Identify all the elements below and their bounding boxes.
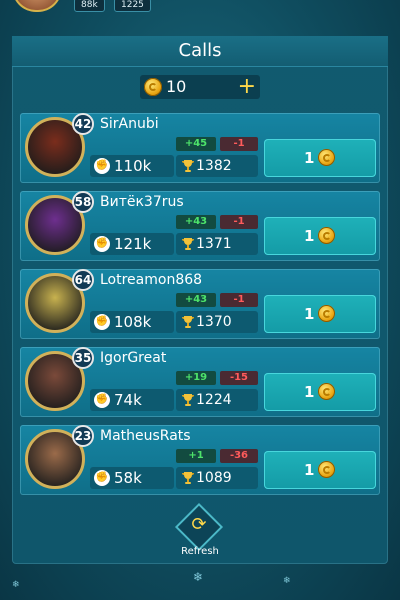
coin-icon: [144, 78, 162, 96]
trophy-icon: [182, 394, 194, 406]
call-cost: 1: [304, 305, 315, 323]
trophy-loss: -36: [220, 449, 258, 463]
coin-icon: [318, 227, 335, 244]
refresh-button[interactable]: ⟳ Refresh: [174, 502, 224, 560]
power-value: 110k: [114, 157, 152, 175]
trophy-box: 1371: [176, 233, 258, 255]
player-row: 35 IgorGreat ✊ 74k +19 -15 1224 1: [20, 347, 380, 417]
power-value: 58k: [114, 469, 142, 487]
call-button[interactable]: 1: [264, 451, 376, 489]
coin-icon: [318, 305, 335, 322]
coins-bar: 10 +: [140, 75, 260, 99]
refresh-arrows-icon: ⟳: [191, 514, 207, 535]
power-stat: 88k: [74, 0, 105, 12]
power-value: 121k: [114, 235, 152, 253]
trophy-icon: [182, 472, 194, 484]
level-badge: 58: [72, 191, 94, 213]
player-row: 42 SirAnubi ✊ 110k +45 -1 1382 1: [20, 113, 380, 183]
level-badge: 42: [72, 113, 94, 135]
call-cost: 1: [304, 227, 315, 245]
call-button[interactable]: 1: [264, 373, 376, 411]
trophy-box: 1382: [176, 155, 258, 177]
power-box: ✊ 74k: [90, 389, 174, 411]
coin-icon: [318, 149, 335, 166]
player-avatar[interactable]: [12, 0, 62, 12]
power-box: ✊ 110k: [90, 155, 174, 177]
trophy-gain: +43: [176, 293, 216, 307]
level-badge: 64: [72, 269, 94, 291]
player-row: 64 Lotreamon868 ✊ 108k +43 -1 1370 1: [20, 269, 380, 339]
power-box: ✊ 108k: [90, 311, 174, 333]
snowflake-icon: ❄: [12, 580, 20, 590]
player-row: 58 Витёк37rus ✊ 121k +43 -1 1371 1: [20, 191, 380, 261]
snowflake-icon: ❄: [193, 570, 204, 584]
trophy-gain: +19: [176, 371, 216, 385]
trophy-value: 1371: [196, 236, 232, 252]
fist-icon: ✊: [94, 392, 110, 408]
fist-icon: ✊: [94, 314, 110, 330]
call-cost: 1: [304, 149, 315, 167]
trophy-loss: -15: [220, 371, 258, 385]
fist-icon: ✊: [94, 470, 110, 486]
coin-icon: [318, 383, 335, 400]
player-name: Витёк37rus: [100, 194, 184, 210]
player-name: IgorGreat: [100, 350, 167, 366]
trophy-loss: -1: [220, 137, 258, 151]
trophy-loss: -1: [220, 293, 258, 307]
call-cost: 1: [304, 383, 315, 401]
trophy-box: 1370: [176, 311, 258, 333]
refresh-label: Refresh: [181, 546, 219, 557]
add-coins-button[interactable]: +: [238, 75, 256, 99]
trophy-gain: +45: [176, 137, 216, 151]
trophy-icon: [182, 160, 194, 172]
power-value: 74k: [114, 391, 142, 409]
trophy-value: 1370: [196, 314, 232, 330]
panel-title: Calls: [12, 36, 388, 67]
trophy-loss: -1: [220, 215, 258, 229]
call-button[interactable]: 1: [264, 217, 376, 255]
trophy-value: 1382: [196, 158, 232, 174]
fist-icon: ✊: [94, 236, 110, 252]
player-name: Lotreamon868: [100, 272, 203, 288]
level-badge: 35: [72, 347, 94, 369]
level-badge: 23: [72, 425, 94, 447]
top-bar: 88k 1225: [0, 0, 400, 14]
player-name: SirAnubi: [100, 116, 159, 132]
coins-value: 10: [166, 77, 187, 96]
trophy-gain: +43: [176, 215, 216, 229]
power-box: ✊ 58k: [90, 467, 174, 489]
player-name: MatheusRats: [100, 428, 191, 444]
power-box: ✊ 121k: [90, 233, 174, 255]
fist-icon: ✊: [94, 158, 110, 174]
coin-icon: [318, 461, 335, 478]
snowflake-icon: ❄: [283, 576, 291, 586]
player-row: 23 MatheusRats ✊ 58k +1 -36 1089 1: [20, 425, 380, 495]
trophy-box: 1089: [176, 467, 258, 489]
call-cost: 1: [304, 461, 315, 479]
power-value: 108k: [114, 313, 152, 331]
trophy-value: 1224: [196, 392, 232, 408]
trophy-value: 1089: [196, 470, 232, 486]
trophy-box: 1224: [176, 389, 258, 411]
trophy-stat: 1225: [114, 0, 151, 12]
trophy-icon: [182, 316, 194, 328]
trophy-icon: [182, 238, 194, 250]
trophy-gain: +1: [176, 449, 216, 463]
call-button[interactable]: 1: [264, 139, 376, 177]
call-button[interactable]: 1: [264, 295, 376, 333]
